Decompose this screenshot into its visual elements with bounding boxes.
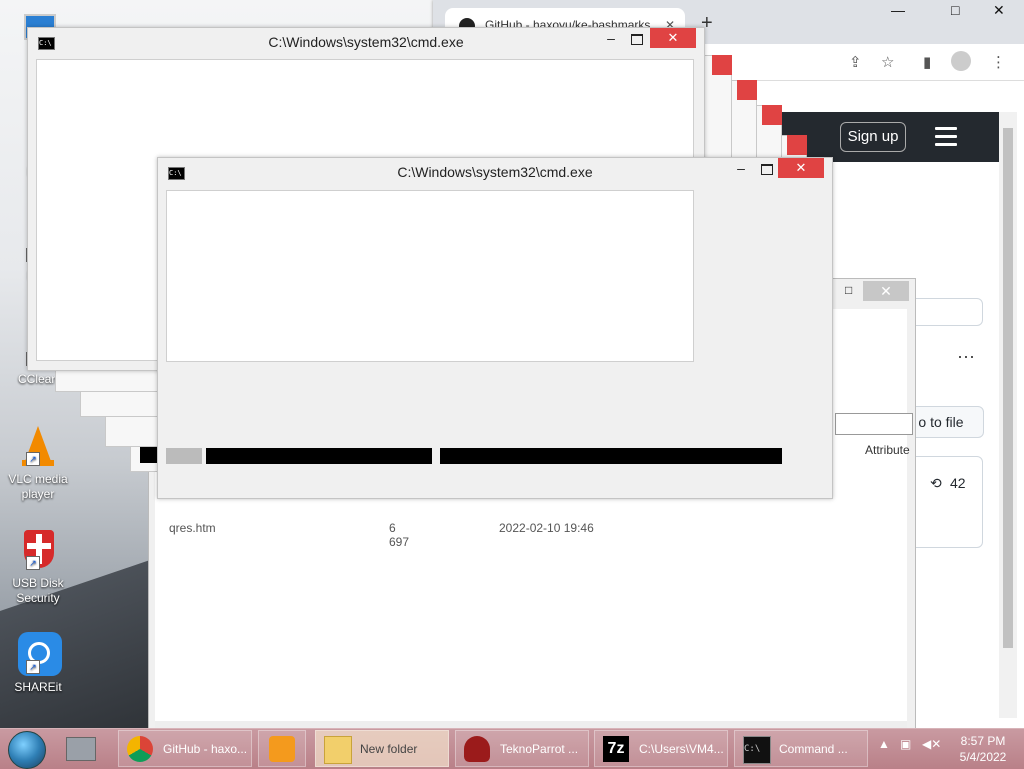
shortcut-arrow-icon: ↗ [26, 452, 40, 466]
taskbar-item-chrome[interactable]: GitHub - haxo... [118, 730, 252, 767]
console-scrollbar-segment [166, 448, 202, 464]
side-panel-icon[interactable]: ▮ [923, 53, 931, 71]
clock-date: 5/4/2022 [959, 750, 1007, 764]
close-button[interactable] [787, 135, 807, 155]
more-options-icon[interactable]: ··· [957, 346, 975, 367]
desktop-icon-shareit[interactable]: ↗ SHAREit [6, 632, 70, 695]
taskbar-item-label: New folder [360, 742, 418, 756]
history-box: ⟲ 42 [909, 456, 983, 548]
minimize-button[interactable]: – [604, 30, 618, 46]
desktop-icon-label-2: Security [16, 591, 60, 605]
teknoparrot-icon [464, 736, 490, 762]
browser-scrollbar[interactable] [999, 112, 1017, 718]
console-output-strip [440, 448, 782, 464]
vlc-cone-icon: ↗ [16, 424, 60, 468]
chrome-icon [127, 736, 153, 762]
share-icon[interactable]: ⇪ [849, 53, 862, 71]
close-button[interactable]: ✕ [863, 281, 909, 301]
desktop-icon-label: SHAREit [14, 680, 62, 694]
close-button[interactable]: ✕ [993, 2, 1005, 19]
start-orb-icon[interactable] [8, 731, 46, 769]
cmd-title: C:\Windows\system32\cmd.exe [268, 34, 464, 50]
media-player-icon [269, 736, 295, 762]
kebab-menu-icon[interactable]: ⋮ [991, 53, 1006, 71]
minimize-button[interactable]: – [734, 160, 748, 176]
cmd-titlebar[interactable]: C:\ C:\Windows\system32\cmd.exe – ✕ [158, 158, 832, 186]
history-icon[interactable]: ⟲ [930, 475, 942, 492]
cmd-title: C:\Windows\system32\cmd.exe [397, 164, 593, 180]
taskbar-item-label: C:\Users\VM4... [639, 742, 724, 756]
volume-muted-icon[interactable]: ◀✕ [922, 737, 941, 751]
close-button[interactable]: ✕ [778, 158, 824, 178]
system-clock[interactable]: 8:57 PM 5/4/2022 [952, 733, 1014, 765]
go-to-file-label: o to file [918, 414, 964, 430]
folder-icon [324, 736, 352, 764]
firewall-icon[interactable] [66, 737, 96, 761]
commit-count: 42 [950, 475, 966, 491]
cmd-titlebar[interactable]: C:\ C:\Windows\system32\cmd.exe – ✕ [28, 28, 704, 56]
scrollbar-thumb[interactable] [1003, 128, 1013, 648]
shortcut-arrow-icon: ↗ [26, 556, 40, 570]
taskbar-item-7zip[interactable]: 7z C:\Users\VM4... [594, 730, 728, 767]
close-button[interactable]: ✕ [650, 28, 696, 48]
show-hidden-icons-icon[interactable]: ▲ [878, 737, 890, 751]
desktop-icon-vlc[interactable]: ↗ VLC media player [6, 424, 70, 502]
close-button[interactable] [762, 105, 782, 125]
close-button[interactable] [712, 55, 732, 75]
taskbar-item-command[interactable]: C:\ Command ... [734, 730, 868, 767]
network-icon[interactable]: ▣ [900, 737, 911, 751]
desktop-icon-label-2: player [21, 487, 55, 501]
taskbar-item-new-folder[interactable]: New folder [315, 730, 449, 767]
desktop-icon-label: USB Disk [12, 576, 64, 590]
file-name: qres.htm [169, 521, 216, 535]
cmd-console-area[interactable] [166, 190, 694, 362]
taskbar-item-media[interactable] [258, 730, 306, 767]
view-dropdown[interactable] [835, 413, 913, 435]
taskbar-item-label: Command ... [779, 742, 848, 756]
close-button[interactable] [737, 80, 757, 100]
shareit-icon: ↗ [16, 632, 62, 676]
taskbar-item-label: GitHub - haxo... [163, 742, 248, 756]
cmd-window[interactable]: C:\ C:\Windows\system32\cmd.exe – ✕ [157, 157, 833, 499]
hamburger-menu-icon[interactable] [935, 127, 957, 146]
clock-time: 8:57 PM [960, 734, 1006, 748]
taskbar-item-label: TeknoParrot ... [500, 742, 579, 756]
maximize-button[interactable]: □ [951, 2, 959, 18]
star-icon[interactable]: ☆ [881, 53, 894, 71]
cmd-icon: C:\ [743, 736, 771, 764]
taskbar-item-teknoparrot[interactable]: TeknoParrot ... [455, 730, 589, 767]
shield-icon: ↗ [16, 528, 60, 572]
desktop-icon-usb-disk-security[interactable]: ↗ USB Disk Security [6, 528, 70, 606]
desktop-icon-label: VLC media [8, 472, 68, 486]
minimize-button[interactable]: — [891, 2, 905, 18]
file-size: 6 697 [389, 521, 410, 549]
profile-icon[interactable] [951, 51, 971, 71]
column-header-attributes[interactable]: Attribute [865, 443, 910, 457]
maximize-button[interactable]: □ [845, 283, 852, 297]
7zip-icon: 7z [603, 736, 629, 762]
console-output-strip [206, 448, 432, 464]
sign-up-button[interactable]: Sign up [840, 122, 906, 152]
file-row[interactable]: qres.htm 6 697 2022-02-10 19:46 [169, 521, 594, 549]
maximize-button[interactable] [631, 34, 643, 45]
maximize-button[interactable] [761, 164, 773, 175]
shortcut-arrow-icon: ↗ [26, 660, 40, 674]
file-date: 2022-02-10 19:46 [499, 521, 594, 535]
taskbar: GitHub - haxo... New folder TeknoParrot … [0, 728, 1024, 769]
